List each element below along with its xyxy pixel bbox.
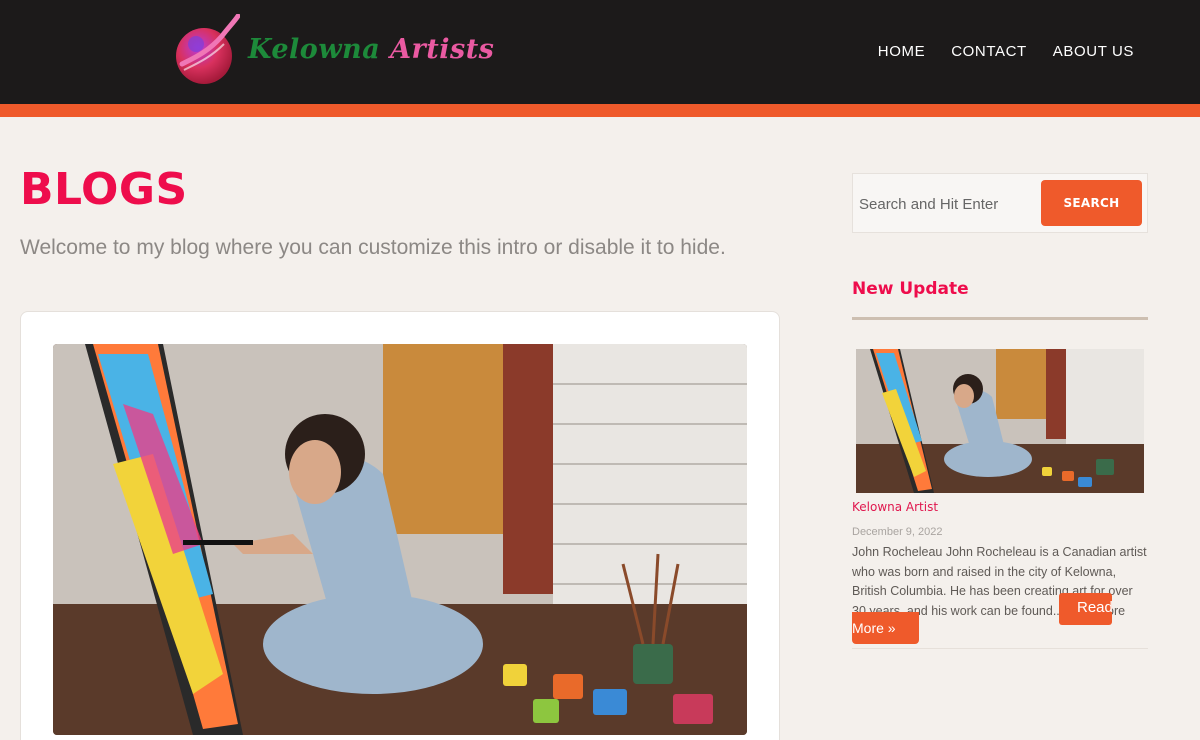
post-divider bbox=[852, 648, 1148, 649]
site-logo[interactable]: Kelowna Artists bbox=[174, 14, 494, 84]
search-widget: SEARCH bbox=[852, 173, 1148, 233]
header-accent-bar bbox=[0, 104, 1200, 117]
search-button[interactable]: SEARCH bbox=[1041, 180, 1142, 226]
artist-painting-thumbnail bbox=[856, 349, 1144, 493]
widget-divider bbox=[852, 317, 1148, 320]
read-more-button-continued[interactable]: More » bbox=[852, 612, 919, 644]
post-thumbnail[interactable] bbox=[856, 349, 1144, 493]
post-featured-image[interactable] bbox=[53, 344, 747, 735]
main-nav: HOME CONTACT ABOUT US bbox=[878, 43, 1134, 60]
brush-globe-logo-icon bbox=[176, 14, 240, 84]
nav-home[interactable]: HOME bbox=[878, 43, 925, 60]
page-title: BLOGS bbox=[20, 164, 188, 215]
search-input[interactable] bbox=[859, 192, 1039, 216]
blog-intro: Welcome to my blog where you can customi… bbox=[20, 236, 726, 259]
nav-contact[interactable]: CONTACT bbox=[951, 43, 1027, 60]
widget-title-new-update: New Update bbox=[852, 279, 969, 299]
logo-text: Kelowna Artists bbox=[248, 34, 494, 65]
artist-painting-image bbox=[53, 344, 747, 735]
site-header: Kelowna Artists HOME CONTACT ABOUT US bbox=[0, 0, 1200, 104]
blog-post-card bbox=[20, 311, 780, 740]
logo-word-2: Artists bbox=[390, 33, 495, 65]
read-more-button[interactable]: Read bbox=[1059, 593, 1113, 625]
post-date: December 9, 2022 bbox=[852, 526, 943, 538]
logo-word-1: Kelowna bbox=[248, 33, 381, 65]
post-category-link[interactable]: Kelowna Artist bbox=[852, 500, 938, 514]
nav-about-us[interactable]: ABOUT US bbox=[1053, 43, 1134, 60]
